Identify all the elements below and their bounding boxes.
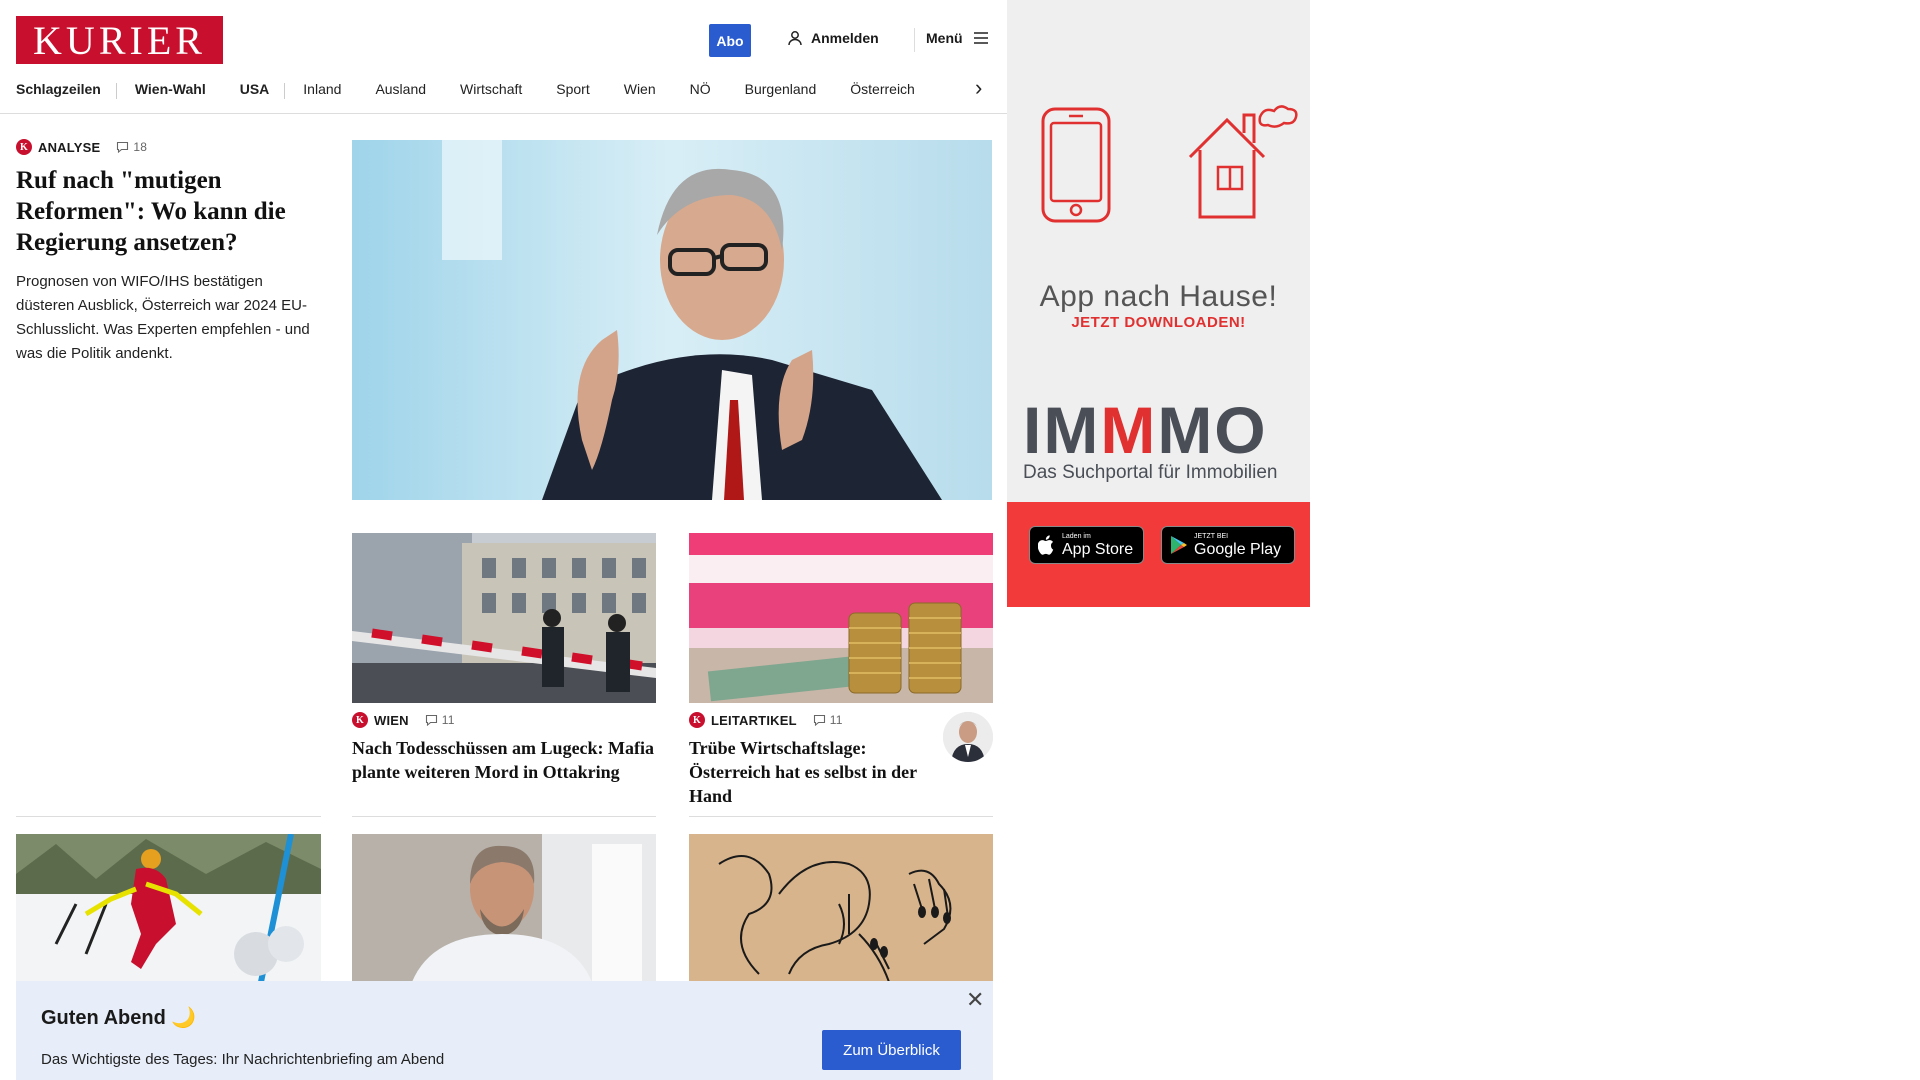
lead-image[interactable] xyxy=(352,140,992,500)
card-image[interactable] xyxy=(689,533,993,703)
skier-photo xyxy=(16,834,321,982)
card-headline[interactable]: Trübe Wirtschaftslage: Österreich hat es… xyxy=(689,736,939,808)
street-photo xyxy=(352,533,656,703)
nav-item-burgenland[interactable]: Burgenland xyxy=(745,81,833,97)
nav-item-sport[interactable]: Sport xyxy=(556,81,605,97)
divider xyxy=(16,816,321,817)
card-image[interactable] xyxy=(16,834,321,982)
site-header: KURIER Abo Anmelden Menü Schlagzeilen Wi… xyxy=(0,0,1007,114)
category-label: ANALYSE xyxy=(38,139,101,155)
nav-item-wien[interactable]: Wien xyxy=(624,81,672,97)
nav-item-oesterreich[interactable]: Österreich xyxy=(850,81,931,97)
lead-headline[interactable]: Ruf nach "mutigen Reformen": Wo kann die… xyxy=(16,165,321,258)
comment-icon xyxy=(425,714,437,726)
google-play-label: Google Play xyxy=(1194,540,1282,558)
briefing-banner: Guten Abend 🌙 Das Wichtigste des Tages: … xyxy=(16,981,993,1080)
comment-count-value: 18 xyxy=(133,140,148,154)
abo-button[interactable]: Abo xyxy=(709,24,751,57)
comment-count[interactable]: 11 xyxy=(813,713,843,727)
comment-icon xyxy=(117,141,129,153)
banner-title: Guten Abend 🌙 xyxy=(41,1007,197,1029)
article-category: K WIEN 11 xyxy=(352,712,656,728)
nav-item-schlagzeilen[interactable]: Schlagzeilen xyxy=(16,81,117,99)
section-nav: Schlagzeilen Wien-Wahl USA Inland Auslan… xyxy=(16,78,949,100)
banner-text: Das Wichtigste des Tages: Ihr Nachrichte… xyxy=(41,1051,445,1068)
comment-icon xyxy=(813,714,825,726)
portrait-photo xyxy=(352,834,656,982)
kurier-plus-icon: K xyxy=(16,139,32,155)
app-store-small: Laden im xyxy=(1062,532,1091,540)
article-category: K ANALYSE 18 xyxy=(16,139,321,155)
immmo-tagline: Das Suchportal für Immobilien xyxy=(1023,462,1278,483)
nav-item-wien-wahl[interactable]: Wien-Wahl xyxy=(135,81,222,97)
ad-headline: App nach Hause! xyxy=(1039,280,1278,313)
comment-count-value: 11 xyxy=(441,713,455,727)
immmo-ad[interactable]: App nach Hause! JETZT DOWNLOADEN! IMMMO … xyxy=(1007,0,1310,607)
app-store-label: App Store xyxy=(1062,540,1134,558)
nav-item-noe[interactable]: NÖ xyxy=(690,81,727,97)
kurier-logo[interactable]: KURIER xyxy=(16,16,223,64)
divider xyxy=(689,816,993,817)
page: KURIER Abo Anmelden Menü Schlagzeilen Wi… xyxy=(0,0,1920,1080)
card-leitartikel[interactable]: K LEITARTIKEL 11 Trübe Wirtschaftslage: … xyxy=(689,712,939,808)
author-avatar[interactable] xyxy=(943,712,993,762)
category-label: LEITARTIKEL xyxy=(711,712,797,728)
lead-article[interactable]: K ANALYSE 18 Ruf nach "mutigen Reformen"… xyxy=(16,139,321,366)
divider xyxy=(914,28,915,52)
divider xyxy=(352,816,656,817)
login-button[interactable]: Anmelden xyxy=(787,30,879,46)
house-icon xyxy=(1188,105,1298,219)
close-icon[interactable]: ✕ xyxy=(966,989,984,1011)
google-play-button[interactable]: JETZT BEI Google Play xyxy=(1161,526,1295,564)
login-label: Anmelden xyxy=(811,30,879,46)
illustration xyxy=(689,834,993,982)
ad-subline: JETZT DOWNLOADEN! xyxy=(1071,314,1246,331)
nav-item-ausland[interactable]: Ausland xyxy=(375,81,442,97)
comment-count[interactable]: 11 xyxy=(425,713,455,727)
nav-item-usa[interactable]: USA xyxy=(240,81,286,99)
kurier-plus-icon: K xyxy=(689,712,705,728)
comment-count[interactable]: 18 xyxy=(116,140,147,154)
lead-teaser: Prognosen von WIFO/IHS bestätigen düster… xyxy=(16,273,310,362)
card-image[interactable] xyxy=(352,533,656,703)
menu-button[interactable]: Menü xyxy=(926,30,989,46)
card-wien[interactable]: K WIEN 11 Nach Todesschüssen am Lugeck: … xyxy=(352,712,656,784)
author-photo xyxy=(943,712,993,762)
menu-label: Menü xyxy=(926,30,963,46)
google-play-small: JETZT BEI xyxy=(1194,532,1229,540)
card-headline[interactable]: Nach Todesschüssen am Lugeck: Mafia plan… xyxy=(352,736,656,784)
immmo-logo: IMMMO xyxy=(1023,393,1268,467)
apple-icon xyxy=(1038,535,1054,555)
coins-photo xyxy=(689,533,993,703)
smartphone-icon xyxy=(1041,107,1111,223)
card-image[interactable] xyxy=(352,834,656,982)
overview-button[interactable]: Zum Überblick xyxy=(822,1030,961,1070)
article-category: K LEITARTIKEL 11 xyxy=(689,712,939,728)
nav-item-wirtschaft[interactable]: Wirtschaft xyxy=(460,81,538,97)
chevron-right-icon[interactable]: › xyxy=(975,77,982,99)
comment-count-value: 11 xyxy=(829,713,843,727)
portrait-photo xyxy=(352,140,992,500)
hamburger-icon xyxy=(973,32,988,44)
category-label: WIEN xyxy=(374,712,409,728)
google-play-icon xyxy=(1171,536,1187,554)
app-store-button[interactable]: Laden im App Store xyxy=(1029,526,1144,564)
nav-item-inland[interactable]: Inland xyxy=(303,81,357,97)
card-image[interactable] xyxy=(689,834,993,982)
kurier-plus-icon: K xyxy=(352,712,368,728)
user-icon xyxy=(788,31,802,46)
